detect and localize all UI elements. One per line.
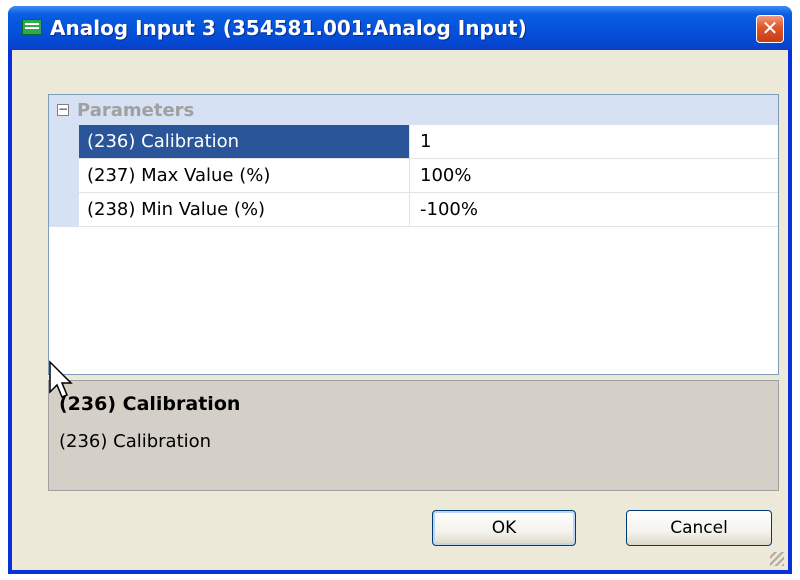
row-gutter bbox=[49, 125, 79, 159]
collapse-icon[interactable]: − bbox=[57, 103, 69, 116]
description-panel: (236) Calibration (236) Calibration bbox=[48, 380, 779, 491]
property-row[interactable]: (238) Min Value (%) -100% bbox=[49, 193, 778, 227]
description-title: (236) Calibration bbox=[59, 393, 241, 415]
property-row[interactable]: (236) Calibration 1 bbox=[49, 125, 778, 159]
property-row[interactable]: (237) Max Value (%) 100% bbox=[49, 159, 778, 193]
dialog-window: Analog Input 3 (354581.001:Analog Input)… bbox=[8, 6, 792, 574]
cancel-button[interactable]: Cancel bbox=[626, 510, 772, 546]
window-title: Analog Input 3 (354581.001:Analog Input) bbox=[50, 16, 527, 40]
resize-grip[interactable] bbox=[770, 552, 784, 566]
row-gutter bbox=[49, 159, 79, 193]
property-value[interactable]: 100% bbox=[410, 159, 778, 193]
description-body: (236) Calibration bbox=[59, 431, 212, 452]
property-grid[interactable]: − Parameters (236) Calibration 1 (237) M… bbox=[48, 94, 779, 375]
property-name[interactable]: (238) Min Value (%) bbox=[79, 193, 410, 227]
category-parameters[interactable]: − Parameters bbox=[49, 95, 778, 125]
mouse-cursor-icon bbox=[49, 360, 73, 398]
close-button[interactable]: ✕ bbox=[756, 15, 784, 43]
property-name[interactable]: (236) Calibration bbox=[79, 125, 410, 159]
category-label: Parameters bbox=[77, 100, 195, 121]
dialog-body: − Parameters (236) Calibration 1 (237) M… bbox=[12, 50, 788, 570]
property-value[interactable]: 1 bbox=[410, 125, 778, 159]
property-value[interactable]: -100% bbox=[410, 193, 778, 227]
ok-button[interactable]: OK bbox=[432, 510, 576, 546]
property-name[interactable]: (237) Max Value (%) bbox=[79, 159, 410, 193]
row-gutter bbox=[49, 193, 79, 227]
title-bar[interactable]: Analog Input 3 (354581.001:Analog Input)… bbox=[8, 6, 792, 50]
app-icon bbox=[22, 19, 42, 35]
